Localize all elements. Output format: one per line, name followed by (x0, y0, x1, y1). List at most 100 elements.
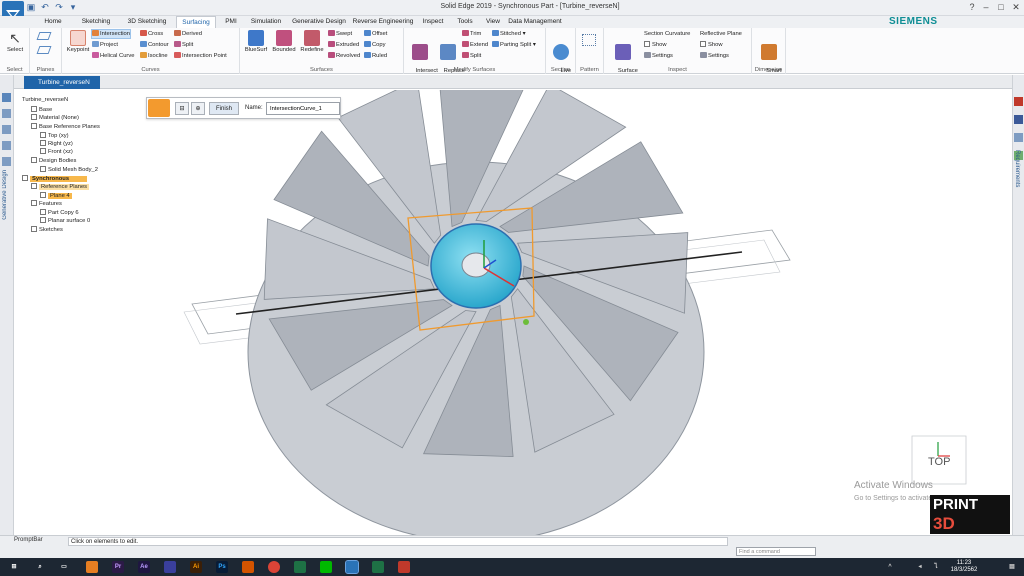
name-input[interactable] (266, 102, 340, 115)
app-icon[interactable] (164, 561, 176, 573)
project-button[interactable]: Project (92, 41, 118, 49)
help-icon[interactable]: ? (966, 2, 978, 13)
select-button[interactable]: ↖ Select (2, 30, 28, 54)
section-curvature-settings-button[interactable]: Settings (644, 52, 673, 60)
tab-data-management[interactable]: Data Management (508, 16, 562, 28)
intersection-point-button[interactable]: Intersection Point (174, 52, 227, 60)
swept-button[interactable]: Swept (328, 30, 352, 38)
second-step-button[interactable]: ⊕ (191, 102, 205, 115)
tab-view[interactable]: View (482, 16, 504, 28)
tree-node[interactable]: Design Bodies (31, 157, 76, 165)
volume-icon[interactable]: ◂ (914, 561, 926, 573)
tab-simulation[interactable]: Simulation (246, 16, 286, 28)
tab-reverse-engineering[interactable]: Reverse Engineering (352, 16, 414, 28)
tree-node[interactable]: Features (31, 200, 62, 208)
bluesurf-button[interactable]: BlueSurf (242, 30, 270, 54)
family-icon[interactable] (2, 141, 11, 150)
undo-icon[interactable]: ↶ (40, 2, 50, 12)
quick-access-dropdown-icon[interactable]: ▾ (68, 2, 78, 12)
turbine-model[interactable] (144, 90, 1012, 535)
finish-button[interactable]: Finish (209, 102, 239, 115)
excel-icon[interactable] (372, 561, 384, 573)
tree-checkbox[interactable] (40, 166, 46, 172)
intersection-button[interactable]: Intersection (91, 29, 131, 39)
plane-icon[interactable] (36, 32, 52, 40)
plane-icon[interactable] (36, 46, 52, 54)
maximize-icon[interactable]: □ (995, 2, 1007, 13)
tab-sketching[interactable]: Sketching (74, 16, 118, 28)
tree-node[interactable]: Part Copy 6 (40, 209, 79, 217)
solid-edge-task-icon[interactable] (345, 560, 359, 574)
tree-node[interactable]: Base (31, 106, 52, 114)
tab-generative-design[interactable]: Generative Design (290, 16, 348, 28)
tree-node[interactable]: Synchronous (22, 175, 88, 183)
tree-checkbox[interactable] (40, 148, 46, 154)
tab-3d-sketching[interactable]: 3D Sketching (122, 16, 172, 28)
tree-node[interactable]: Top (xy) (40, 132, 69, 140)
premiere-icon[interactable]: Pr (112, 561, 124, 573)
facebook-icon[interactable] (1014, 115, 1023, 124)
extend-button[interactable]: Extend (462, 41, 488, 49)
contour-button[interactable]: Contour (140, 41, 169, 49)
task-view-icon[interactable]: ▭ (58, 561, 70, 573)
split-surface-button[interactable]: Split (462, 52, 481, 60)
offset-button[interactable]: Offset (364, 30, 387, 38)
tab-inspect[interactable]: Inspect (418, 16, 448, 28)
document-tab[interactable]: Turbine_reverseN (24, 76, 100, 89)
redefine-button[interactable]: Redefine (298, 30, 326, 54)
tree-checkbox[interactable] (31, 123, 37, 129)
photoshop-icon[interactable]: Ps (216, 561, 228, 573)
requirements-side-tab[interactable]: Requirements (1014, 150, 1020, 187)
derived-button[interactable]: Derived (174, 30, 202, 38)
tree-checkbox[interactable] (31, 157, 37, 163)
tree-checkbox[interactable] (40, 192, 46, 198)
keypoint-button[interactable]: Keypoint (64, 30, 92, 54)
tree-checkbox[interactable] (31, 200, 37, 206)
tree-node[interactable]: Front (xz) (40, 148, 73, 156)
library-icon[interactable] (2, 125, 11, 134)
tree-checkbox[interactable] (31, 106, 37, 112)
tree-node[interactable]: Base Reference Planes (31, 123, 100, 131)
parting-split-button[interactable]: Parting Split ▾ (492, 41, 536, 49)
language-icon[interactable]: ไ (930, 561, 942, 573)
revolved-button[interactable]: Revolved (328, 52, 360, 60)
app-icon[interactable] (398, 561, 410, 573)
illustrator-icon[interactable]: Ai (190, 561, 202, 573)
reflective-plane-settings-button[interactable]: Settings (700, 52, 729, 60)
find-command-input[interactable]: Find a command (736, 547, 816, 556)
tree-checkbox[interactable] (40, 132, 46, 138)
chrome-icon[interactable] (268, 561, 280, 573)
extruded-button[interactable]: Extruded (328, 41, 359, 49)
tray-icon[interactable]: ^ (884, 561, 896, 573)
select-step-button[interactable]: ⊟ (175, 102, 189, 115)
layers-icon[interactable] (2, 109, 11, 118)
tree-checkbox[interactable] (40, 217, 46, 223)
stitched-button[interactable]: Stitched ▾ (492, 30, 525, 38)
app-icon[interactable] (86, 561, 98, 573)
generative-design-side-tab[interactable]: Generative Design (2, 170, 8, 220)
tab-pmi[interactable]: PMI (220, 16, 242, 28)
sensors-icon[interactable] (2, 157, 11, 166)
windows-start-icon[interactable]: ⊞ (8, 561, 20, 573)
tree-node[interactable]: Planar surface 0 (40, 217, 90, 225)
taskbar-clock[interactable]: 11:23 18/3/2562 (944, 560, 984, 574)
prompt-bar-title[interactable]: PromptBar (14, 537, 43, 543)
search-icon[interactable]: ⌕ (34, 561, 46, 573)
tree-node[interactable]: Solid Mesh Body_2 (40, 166, 98, 174)
cross-button[interactable]: Cross (140, 30, 163, 38)
tree-node[interactable]: Reference Planes (31, 183, 90, 191)
pattern-icon[interactable] (582, 34, 596, 46)
save-icon[interactable]: ▣ (26, 2, 36, 12)
excel-icon[interactable] (294, 561, 306, 573)
close-icon[interactable]: ✕ (1010, 2, 1022, 13)
notification-icon[interactable]: ▤ (1006, 561, 1018, 573)
split-curve-button[interactable]: Split (174, 41, 193, 49)
redo-icon[interactable]: ↷ (54, 2, 64, 12)
tree-checkbox[interactable] (40, 209, 46, 215)
pathfinder-icon[interactable] (2, 93, 11, 102)
tab-surfacing[interactable]: Surfacing (176, 16, 216, 28)
reflective-plane-show-checkbox[interactable]: Show (700, 41, 723, 49)
view-orientation-cube[interactable]: TOP (908, 432, 968, 487)
tab-tools[interactable]: Tools (452, 16, 478, 28)
origin-knob[interactable] (523, 319, 529, 325)
